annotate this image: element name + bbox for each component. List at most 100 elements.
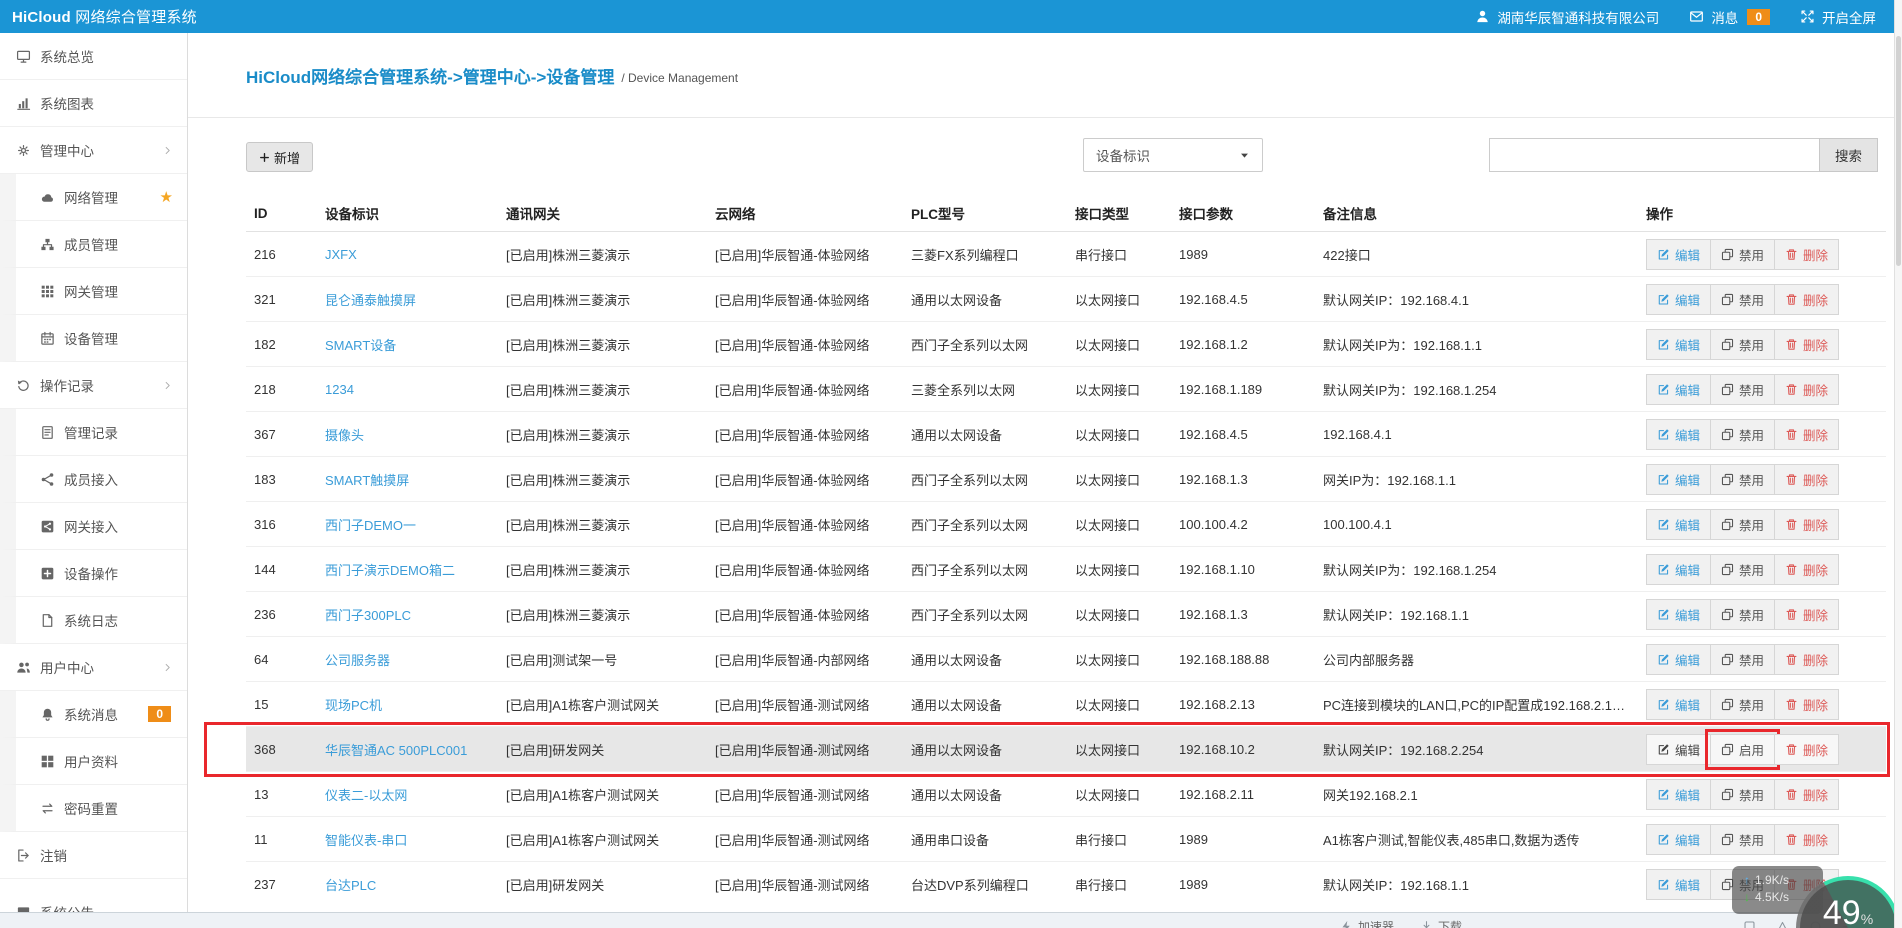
search-button[interactable]: 搜索 [1819,138,1878,172]
sidebar-item-device-operations[interactable]: 设备操作 [0,550,187,597]
toggle-button[interactable]: 禁用 [1710,554,1775,585]
browser-speed-widget[interactable]: ↑ 1.9K/s ↓ 4.5K/s 49% [1732,848,1900,928]
users-icon [16,660,31,675]
search-input[interactable] [1489,138,1819,172]
delete-button[interactable]: 删除 [1774,329,1839,360]
delete-button[interactable]: 删除 [1774,239,1839,270]
device-remark: 默认网关IP：192.168.2.254 [1315,727,1638,772]
sidebar-item-member-management[interactable]: 成员管理 [0,221,187,268]
toggle-button[interactable]: 禁用 [1710,599,1775,630]
device-name-link[interactable]: 台达PLC [325,878,376,893]
device-name-link[interactable]: 仪表二-以太网 [325,788,407,803]
scrollbar-thumb[interactable] [1896,36,1901,266]
edit-button[interactable]: 编辑 [1646,779,1711,810]
sidebar-item-operation-records[interactable]: 操作记录 [0,362,187,409]
browser-scrollbar[interactable] [1894,0,1902,928]
delete-button[interactable]: 删除 [1774,599,1839,630]
device-plc-model: 西门子全系列以太网 [903,502,1067,547]
fullscreen-button[interactable]: 开启全屏 [1800,7,1876,27]
messages-button[interactable]: 消息 0 [1689,7,1770,27]
sidebar-item-logout[interactable]: 注销 [0,832,187,879]
edit-button[interactable]: 编辑 [1646,869,1711,900]
device-cloud-network: [已启用]华辰智通-体验网络 [707,367,903,412]
sidebar-item-network-management[interactable]: 网络管理 ★ [0,174,187,221]
toggle-button[interactable]: 启用 [1710,734,1775,765]
device-interface-param: 192.168.1.189 [1171,367,1315,412]
delete-button[interactable]: 删除 [1774,419,1839,450]
edit-button[interactable]: 编辑 [1646,374,1711,405]
device-name-link[interactable]: 现场PC机 [325,698,382,713]
delete-button[interactable]: 删除 [1774,284,1839,315]
sidebar-item-management-records[interactable]: 管理记录 [0,409,187,456]
delete-button[interactable]: 删除 [1774,644,1839,675]
delete-button[interactable]: 删除 [1774,734,1839,765]
device-name-link[interactable]: 华辰智通AC 500PLC001 [325,743,467,758]
col-header-plc: PLC型号 [903,196,1067,232]
edit-button[interactable]: 编辑 [1646,464,1711,495]
toggle-button[interactable]: 禁用 [1710,509,1775,540]
app-brand[interactable]: HiCloud 网络综合管理系统 [0,6,197,27]
company-menu[interactable]: 湖南华辰智通科技有限公司 [1475,7,1659,27]
edit-button[interactable]: 编辑 [1646,419,1711,450]
device-interface-type: 以太网接口 [1067,457,1171,502]
sidebar-item-password-reset[interactable]: 密码重置 [0,785,187,832]
edit-button[interactable]: 编辑 [1646,509,1711,540]
toggle-button[interactable]: 禁用 [1710,239,1775,270]
sidebar-item-device-management[interactable]: 设备管理 [0,315,187,362]
device-name-link[interactable]: 西门子300PLC [325,608,411,623]
browser-download-button[interactable]: 下载 [1420,918,1462,928]
device-id: 64 [246,637,317,682]
delete-button[interactable]: 删除 [1774,509,1839,540]
sidebar-item-system-messages[interactable]: 系统消息 0 [0,691,187,738]
sidebar-item-system-charts[interactable]: 系统图表 [0,80,187,127]
delete-button[interactable]: 删除 [1774,554,1839,585]
sidebar-item-user-center[interactable]: 用户中心 [0,644,187,691]
delete-button[interactable]: 删除 [1774,779,1839,810]
edit-button[interactable]: 编辑 [1646,689,1711,720]
edit-button[interactable]: 编辑 [1646,824,1711,855]
sidebar-item-gateway-management[interactable]: 网关管理 [0,268,187,315]
sidebar-item-system-overview[interactable]: 系统总览 [0,33,187,80]
filter-field-select[interactable]: 设备标识 [1083,138,1263,172]
toggle-button[interactable]: 禁用 [1710,419,1775,450]
table-row: 216 JXFX [已启用]株洲三菱演示 [已启用]华辰智通-体验网络 三菱FX… [246,232,1886,277]
device-name-link[interactable]: 昆仑通泰触摸屏 [325,293,416,308]
toggle-button[interactable]: 禁用 [1710,779,1775,810]
device-name-link[interactable]: 1234 [325,382,354,397]
gears-icon [16,143,31,158]
edit-button[interactable]: 编辑 [1646,734,1711,765]
toggle-button[interactable]: 禁用 [1710,689,1775,720]
sidebar-item-system-logs[interactable]: 系统日志 [0,597,187,644]
delete-button[interactable]: 删除 [1774,464,1839,495]
edit-button[interactable]: 编辑 [1646,644,1711,675]
toggle-button[interactable]: 禁用 [1710,644,1775,675]
sidebar-item-management-center[interactable]: 管理中心 [0,127,187,174]
browser-accelerator-button[interactable]: 加速器 [1340,918,1394,928]
edit-button[interactable]: 编辑 [1646,554,1711,585]
clone-icon [1721,428,1734,441]
sidebar-item-gateway-access[interactable]: 网关接入 [0,503,187,550]
edit-button[interactable]: 编辑 [1646,239,1711,270]
toggle-button[interactable]: 禁用 [1710,374,1775,405]
add-device-button[interactable]: 新增 [246,142,313,172]
device-name-link[interactable]: 摄像头 [325,428,364,443]
delete-button[interactable]: 删除 [1774,374,1839,405]
toggle-button[interactable]: 禁用 [1710,464,1775,495]
device-name-link[interactable]: 西门子DEMO一 [325,518,416,533]
device-name-link[interactable]: JXFX [325,247,357,262]
sidebar-item-user-profile[interactable]: 用户资料 [0,738,187,785]
edit-button[interactable]: 编辑 [1646,284,1711,315]
edit-button[interactable]: 编辑 [1646,329,1711,360]
toggle-button[interactable]: 禁用 [1710,329,1775,360]
device-name-link[interactable]: SMART触摸屏 [325,473,409,488]
device-name-link[interactable]: 智能仪表-串口 [325,833,407,848]
toggle-button[interactable]: 禁用 [1710,284,1775,315]
sidebar-item-member-access[interactable]: 成员接入 [0,456,187,503]
device-name-link[interactable]: SMART设备 [325,338,396,353]
device-name-link[interactable]: 西门子演示DEMO箱二 [325,563,455,578]
delete-button[interactable]: 删除 [1774,689,1839,720]
star-icon[interactable]: ★ [160,188,173,206]
device-name-link[interactable]: 公司服务器 [325,653,390,668]
device-gateway: [已启用]株洲三菱演示 [498,502,707,547]
edit-button[interactable]: 编辑 [1646,599,1711,630]
